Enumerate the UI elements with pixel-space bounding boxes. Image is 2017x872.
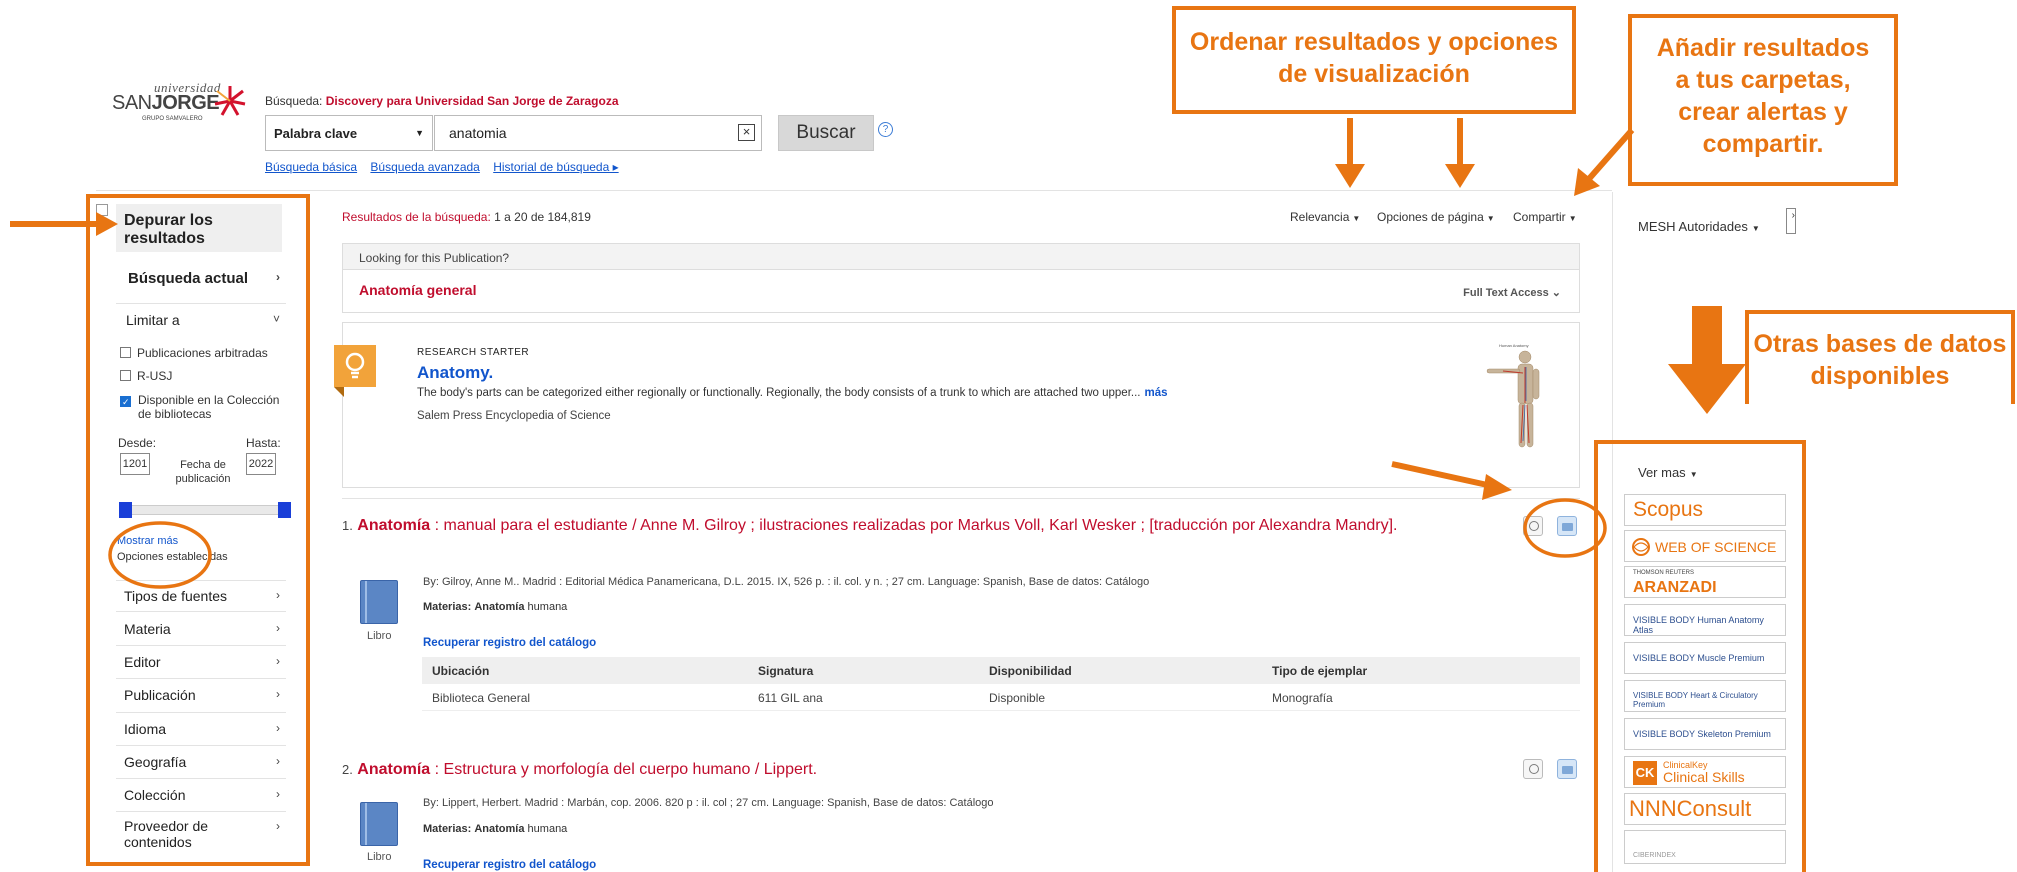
result-type-label: Libro	[367, 630, 392, 642]
search-links: Búsqueda básica Búsqueda avanzada Histor…	[265, 160, 629, 174]
advanced-search-link[interactable]: Búsqueda avanzada	[370, 160, 479, 174]
help-icon[interactable]: ?	[878, 122, 893, 137]
research-starter-box: RESEARCH STARTER Anatomy. The body's par…	[334, 322, 1580, 488]
publication-finder-box: Looking for this Publication? Anatomía g…	[342, 243, 1580, 313]
result-type-label: Libro	[367, 851, 392, 863]
expand-right-panel-toggle[interactable]: ›	[1786, 208, 1796, 234]
annotation-sort-options: Ordenar resultados y opciones de visuali…	[1172, 6, 1576, 114]
highlight-sidebar-frame	[86, 194, 310, 866]
result-meta-1: By: Gilroy, Anne M.. Madrid : Editorial …	[423, 576, 1150, 588]
research-starter-source: Salem Press Encyclopedia of Science	[417, 410, 611, 422]
catalog-record-link-2[interactable]: Recuperar registro del catálogo	[423, 859, 596, 871]
clear-search-icon[interactable]: ×	[738, 124, 755, 141]
page-options-dropdown[interactable]: Opciones de página ▼	[1377, 210, 1495, 224]
result-title-2[interactable]: 2. Anatomía : Estructura y morfología de…	[342, 759, 1472, 781]
preview-magnifier-icon[interactable]	[1523, 516, 1543, 536]
logo-sub-text: GRUPO SAMVALERO	[142, 116, 203, 122]
annotation-other-databases: Otras bases de datos disponibles	[1745, 310, 2015, 404]
preview-magnifier-icon[interactable]	[1523, 759, 1543, 779]
holdings-table: Ubicación Signatura Disponibilidad Tipo …	[422, 657, 1580, 711]
publication-title-link[interactable]: Anatomía general	[359, 282, 476, 298]
result-subjects-2: Materias: Anatomía humana	[423, 823, 568, 835]
caret-down-icon: ▼	[1352, 214, 1361, 223]
research-starter-title[interactable]: Anatomy.	[417, 363, 493, 383]
book-icon[interactable]	[360, 802, 398, 846]
search-input[interactable]: anatomia	[434, 115, 762, 151]
catalog-record-link-1[interactable]: Recuperar registro del catálogo	[423, 637, 596, 649]
table-row: Biblioteca General 611 GIL ana Disponibl…	[422, 684, 1580, 711]
publication-prompt: Looking for this Publication?	[343, 244, 1579, 270]
result-subjects-1: Materias: Anatomía humana	[423, 601, 568, 613]
search-field-select[interactable]: Palabra clave ▼	[265, 115, 433, 151]
full-text-access-toggle[interactable]: Full Text Access ⌄	[1463, 286, 1561, 299]
result-title-1[interactable]: 1. Anatomía : manual para el estudiante …	[342, 515, 1472, 537]
holdings-header: Ubicación Signatura Disponibilidad Tipo …	[422, 657, 1580, 684]
chevron-down-icon: ▼	[415, 128, 424, 138]
share-dropdown[interactable]: Compartir ▼	[1513, 210, 1577, 224]
result-tools-2	[1523, 757, 1583, 781]
divider	[342, 498, 1580, 499]
search-target-label: Búsqueda: Discovery para Universidad San…	[265, 94, 619, 108]
caret-down-icon: ▼	[1486, 214, 1495, 223]
annotation-folders-alerts: Añadir resultados a tus carpetas, crear …	[1628, 14, 1898, 186]
mesh-authorities-dropdown[interactable]: MESH Autoridades ▼	[1638, 219, 1760, 234]
logo-main-text: SANJORGE	[112, 92, 220, 114]
result-meta-2: By: Lippert, Herbert. Madrid : Marbán, c…	[423, 797, 994, 809]
search-history-link[interactable]: Historial de búsqueda ▸	[493, 160, 618, 174]
search-button[interactable]: Buscar	[778, 115, 874, 151]
add-to-folder-icon[interactable]	[1557, 759, 1577, 779]
anatomy-figure-image[interactable]: Human Anatomy	[1463, 343, 1573, 471]
book-icon[interactable]	[360, 580, 398, 624]
highlight-databases-frame	[1594, 440, 1806, 872]
research-starter-text: The body's parts can be categorized eith…	[417, 387, 1168, 399]
star-logo-icon	[214, 86, 246, 116]
add-to-folder-icon[interactable]	[1557, 516, 1577, 536]
result-tools-1	[1523, 514, 1583, 538]
header-divider	[96, 190, 1612, 191]
research-starter-kicker: RESEARCH STARTER	[417, 347, 530, 358]
more-link[interactable]: más	[1144, 387, 1167, 399]
caret-down-icon: ▼	[1568, 214, 1577, 223]
sort-relevance-dropdown[interactable]: Relevancia ▼	[1290, 210, 1360, 224]
results-count: Resultados de la búsqueda: 1 a 20 de 184…	[342, 210, 591, 224]
lightbulb-icon	[334, 345, 376, 397]
caret-down-icon: ▼	[1751, 224, 1760, 233]
basic-search-link[interactable]: Búsqueda básica	[265, 160, 357, 174]
chevron-down-icon: ⌄	[1551, 287, 1561, 299]
university-logo[interactable]: universidad SANJORGE GRUPO SAMVALERO	[112, 80, 252, 130]
svg-text:Human Anatomy: Human Anatomy	[1499, 343, 1529, 348]
